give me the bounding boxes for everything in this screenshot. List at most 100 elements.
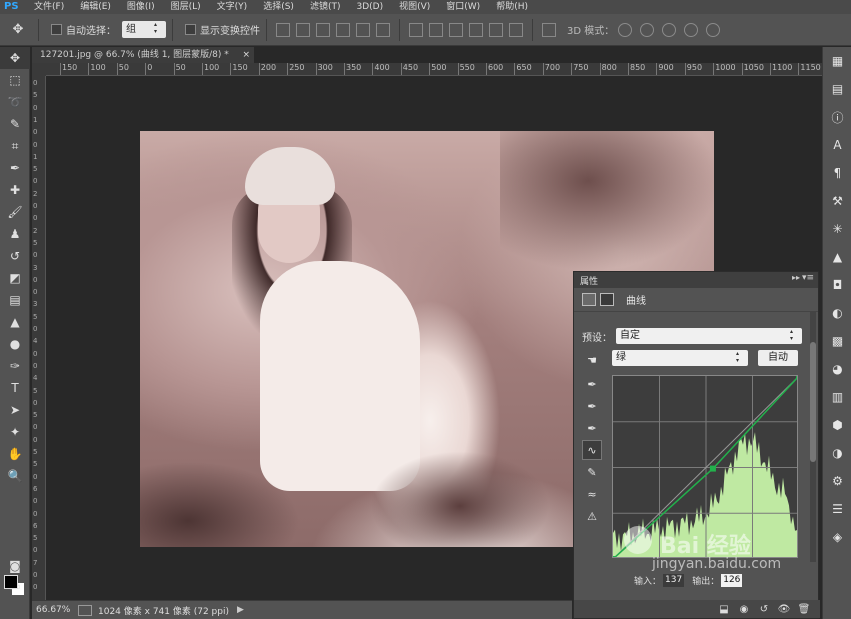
type-tool-icon[interactable]: T [0, 377, 30, 399]
distribute-left-icon[interactable] [469, 22, 483, 37]
lasso-tool-icon[interactable]: ➰ [0, 91, 30, 113]
layer-mask-icon[interactable] [600, 293, 614, 306]
3d-scale-icon[interactable] [706, 22, 721, 37]
crop-tool-icon[interactable]: ⌗ [0, 135, 30, 157]
move-tool-preset[interactable]: ✥ [4, 19, 32, 41]
3d-roll-icon[interactable] [640, 22, 655, 37]
curve-point[interactable] [613, 556, 616, 558]
path-selection-tool-icon[interactable]: ➤ [0, 399, 30, 421]
quick-mask-icon[interactable]: ◙ [0, 555, 30, 577]
clip-to-layer-icon[interactable]: ⬓ [716, 604, 732, 615]
color-panel-icon[interactable]: ◕ [823, 355, 851, 383]
distribute-top-icon[interactable] [409, 22, 423, 37]
quick-select-tool-icon[interactable]: ✎ [0, 113, 30, 135]
foreground-color-swatch[interactable] [4, 575, 18, 589]
menu-filter[interactable]: 滤镜(T) [302, 0, 349, 14]
document-tab[interactable]: 127201.jpg @ 66.7% (曲线 1, 图层蒙版/8) * × [32, 47, 254, 63]
align-vcenter-icon[interactable] [296, 22, 310, 37]
navigator-panel-icon[interactable]: ◘ [823, 271, 851, 299]
preset-dropdown[interactable]: 自定 [616, 328, 802, 344]
3d-slide-icon[interactable] [684, 22, 699, 37]
blur-tool-icon[interactable]: ▲ [0, 311, 30, 333]
auto-align-icon[interactable] [542, 22, 556, 37]
clone-stamp-tool-icon[interactable]: ♟ [0, 223, 30, 245]
horizontal-ruler[interactable]: 150 100 50 0 50 100 150 200 250 300 350 400 450 500 55… [46, 63, 822, 76]
clipping-warning-icon[interactable]: ⚠ [582, 506, 602, 526]
vertical-ruler[interactable]: 0 5 0 1 0 0 1 5 0 2 0 0 2 5 0 3 0 0 3 5 0 4 0 0 4 5 0 5 0 0 5 5 0 6 0 0 6 5 0 7… [32, 76, 46, 600]
menu-select[interactable]: 选择(S) [255, 0, 302, 14]
hand-tool-icon[interactable]: ✋ [0, 443, 30, 465]
history-brush-tool-icon[interactable]: ↺ [0, 245, 30, 267]
align-left-icon[interactable] [336, 22, 350, 37]
ruler-origin[interactable] [32, 63, 46, 76]
close-icon[interactable]: × [242, 47, 250, 63]
menu-layer[interactable]: 图层(L) [163, 0, 209, 14]
menu-file[interactable]: 文件(F) [26, 0, 72, 14]
channel-dropdown[interactable]: 绿 [612, 350, 748, 366]
zoom-level[interactable]: 66.67% [32, 605, 74, 615]
3d-rotate-icon[interactable] [618, 22, 633, 37]
gray-point-eyedropper-icon[interactable]: ✒ [582, 396, 602, 416]
distribute-right-icon[interactable] [509, 22, 523, 37]
histogram-panel-icon[interactable]: ▲ [823, 243, 851, 271]
paragraph-panel-icon[interactable]: ¶ [823, 159, 851, 187]
edit-points-curve-icon[interactable]: ∿ [582, 440, 602, 460]
swatches-panel-icon[interactable]: ▩ [823, 327, 851, 355]
healing-brush-tool-icon[interactable]: ✚ [0, 179, 30, 201]
properties-panel-icon[interactable]: ⚙ [823, 467, 851, 495]
collapse-icon[interactable]: ▸▸ [792, 273, 800, 282]
history-panel-icon[interactable]: ▦ [823, 47, 851, 75]
eyedropper-tool-icon[interactable]: ✒ [0, 157, 30, 179]
move-tool-icon[interactable]: ✥ [0, 47, 30, 69]
menu-3d[interactable]: 3D(D) [348, 0, 391, 14]
scrollbar-thumb[interactable] [810, 342, 816, 462]
auto-button[interactable]: 自动 [758, 350, 798, 366]
curve-point[interactable] [796, 376, 798, 379]
distribute-vcenter-icon[interactable] [429, 22, 443, 37]
menu-help[interactable]: 帮助(H) [488, 0, 536, 14]
eraser-tool-icon[interactable]: ◩ [0, 267, 30, 289]
adjustments-panel-icon[interactable]: ◐ [823, 299, 851, 327]
status-menu-arrow[interactable]: ▶ [237, 605, 244, 615]
character-panel-icon[interactable]: A [823, 131, 851, 159]
brush-tool-icon[interactable]: 🖌 [0, 201, 30, 223]
marquee-tool-icon[interactable]: ⬚ [0, 69, 30, 91]
curves-adjustment-icon[interactable] [582, 293, 596, 306]
tool-presets-icon[interactable]: ⚒ [823, 187, 851, 215]
paths-panel-icon[interactable]: ◑ [823, 439, 851, 467]
menu-window[interactable]: 窗口(W) [438, 0, 488, 14]
black-point-eyedropper-icon[interactable]: ✒ [582, 374, 602, 394]
actions-panel-icon[interactable]: ▤ [823, 75, 851, 103]
pen-tool-icon[interactable]: ✑ [0, 355, 30, 377]
panel-menu-icon[interactable]: ▾≡ [802, 273, 814, 283]
info-panel-icon[interactable]: ⓘ [823, 103, 851, 131]
distribute-bottom-icon[interactable] [449, 22, 463, 37]
align-top-icon[interactable] [276, 22, 290, 37]
panel-scrollbar[interactable] [810, 312, 816, 562]
auto-select-checkbox[interactable] [51, 24, 62, 35]
properties-tab[interactable]: 属性 [580, 274, 598, 287]
distribute-hcenter-icon[interactable] [489, 22, 503, 37]
align-hcenter-icon[interactable] [356, 22, 370, 37]
styles-panel-icon[interactable]: ▥ [823, 383, 851, 411]
align-bottom-icon[interactable] [316, 22, 330, 37]
channels-panel-icon[interactable]: ⬢ [823, 411, 851, 439]
delete-icon[interactable]: 🗑 [796, 604, 812, 615]
on-image-adjust-icon[interactable]: ☚ [582, 350, 602, 370]
layers-panel-icon[interactable]: ◈ [823, 523, 851, 551]
gradient-tool-icon[interactable]: ▤ [0, 289, 30, 311]
menu-view[interactable]: 视图(V) [391, 0, 438, 14]
reset-icon[interactable]: ↺ [756, 604, 772, 615]
dodge-tool-icon[interactable]: ● [0, 333, 30, 355]
visibility-icon[interactable]: 👁 [776, 604, 792, 615]
align-right-icon[interactable] [376, 22, 390, 37]
show-transform-checkbox[interactable] [185, 24, 196, 35]
menu-edit[interactable]: 编辑(E) [72, 0, 119, 14]
draw-curve-pencil-icon[interactable]: ✎ [582, 462, 602, 482]
layer-comps-icon[interactable]: ☰ [823, 495, 851, 523]
auto-select-dropdown[interactable]: 组 [122, 21, 166, 38]
3d-pan-icon[interactable] [662, 22, 677, 37]
smooth-curve-icon[interactable]: ≈ [582, 484, 602, 504]
menu-type[interactable]: 文字(Y) [209, 0, 256, 14]
menu-image[interactable]: 图像(I) [119, 0, 163, 14]
